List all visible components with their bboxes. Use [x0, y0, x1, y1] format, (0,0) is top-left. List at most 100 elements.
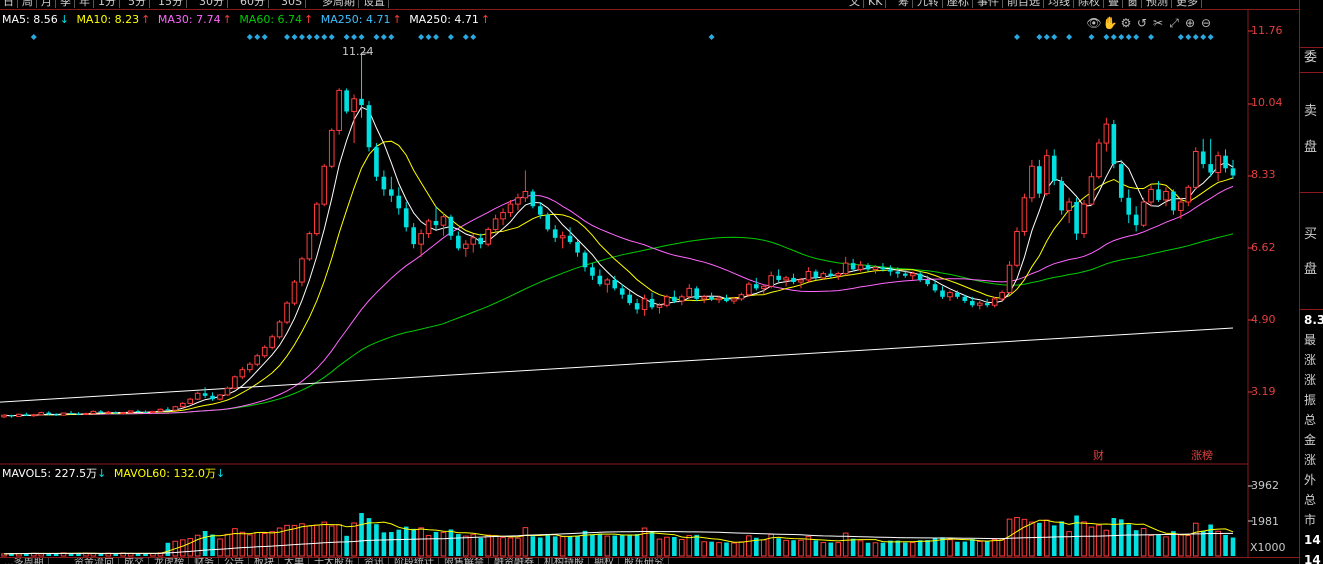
signal-diamond-icon [328, 34, 335, 40]
volume-bar-up [686, 535, 693, 557]
volume-bar-down [537, 537, 543, 556]
volume-bar-up [1185, 535, 1192, 557]
financial-report-tag[interactable]: 财 [1093, 450, 1104, 462]
quote-row-label: 总 [1304, 493, 1317, 507]
candle-body-down [1133, 214, 1139, 226]
candle-body-up [351, 98, 357, 112]
bottom-tab-3[interactable]: 龙虎榜 [150, 558, 189, 564]
quote-row-label: 涨 [1304, 453, 1317, 467]
candle-body-up [835, 273, 842, 277]
volume-bar-up [351, 522, 357, 557]
candle-body-down [880, 267, 886, 270]
candle-body-up [284, 302, 290, 323]
volume-bar-down [396, 529, 402, 556]
signal-diamond-icon [321, 34, 328, 40]
right-info-panel: 委 卖 盘 买 盘 8.3 最涨涨振总金涨外总市1414 [1299, 0, 1323, 564]
bottom-tab-0[interactable]: ...多周期 [0, 558, 49, 564]
candle-body-down [776, 275, 781, 280]
sell-queue-label-bottom: 盘 [1304, 140, 1318, 155]
candle-body-up [246, 363, 253, 371]
hand-icon[interactable]: ✋ [1102, 15, 1118, 31]
candle-body-down [1111, 124, 1117, 165]
volume-bar-up [1088, 526, 1095, 557]
candle-body-down [902, 273, 908, 276]
candle-body-up [976, 302, 983, 306]
zoom-out-icon[interactable]: ⊖ [1198, 15, 1214, 31]
bottom-tab-10[interactable]: 阶段统计 [390, 558, 439, 564]
bottom-tab-1[interactable]: 资金流向 [70, 558, 119, 564]
bottom-tab-2[interactable]: 成交 [120, 558, 149, 564]
candle-body-down [925, 279, 930, 285]
volume-bar-down [366, 518, 372, 556]
signal-diamond-icon [351, 34, 358, 40]
volume-bar-up [731, 542, 737, 557]
bottom-tab-14[interactable]: 期权 [590, 558, 619, 564]
bottom-tab-4[interactable]: 财务 [190, 558, 219, 564]
volume-bar-up [194, 534, 201, 557]
volume-bar-up [500, 537, 506, 557]
quote-row-label: 14 [1304, 533, 1321, 547]
candle-body-down [366, 105, 372, 148]
price-axis-label: 10.04 [1251, 96, 1283, 110]
candle-body-down [478, 237, 484, 245]
expand-icon[interactable]: ⤢ [1166, 15, 1182, 31]
candle-body-down [113, 412, 119, 414]
peak-price-label: 11.24 [342, 45, 374, 58]
volume-bar-down [1126, 524, 1132, 556]
bottom-tab-13[interactable]: 机构持股 [540, 558, 589, 564]
quote-row-label: 总 [1304, 413, 1317, 427]
zoom-in-icon[interactable]: ⊕ [1182, 15, 1198, 31]
quote-row-label: 金 [1304, 433, 1317, 447]
candle-body-up [120, 412, 126, 415]
settings-icon[interactable]: ⚙ [1118, 15, 1134, 31]
candle-body-up [1006, 264, 1013, 294]
bottom-tab-9[interactable]: 资讯 [360, 558, 389, 564]
candle-body-up [1, 414, 7, 418]
volume-bar-up [239, 531, 246, 557]
bottom-tab-11[interactable]: 限售解禁 [440, 558, 489, 564]
candle-body-down [1171, 191, 1176, 211]
signal-diamond-icon [388, 34, 395, 40]
side-separator [1300, 47, 1323, 48]
bottom-tab-15[interactable]: 股东研究 [620, 558, 669, 564]
candle-body-down [46, 412, 51, 415]
candle-body-down [9, 415, 14, 417]
scissors-icon[interactable]: ✂ [1150, 15, 1166, 31]
price-axis-label: 8.33 [1251, 168, 1276, 182]
candle-body-up [507, 203, 514, 214]
top-gainers-tag[interactable]: 涨榜 [1191, 450, 1213, 462]
volume-bar-down [828, 542, 834, 556]
candle-body-up [90, 410, 97, 414]
volume-bar-up [261, 532, 268, 557]
volume-bar-up [641, 527, 648, 557]
bottom-tab-7[interactable]: 大单 [280, 558, 309, 564]
candle-body-down [865, 265, 871, 270]
candle-body-down [202, 393, 208, 396]
eye-icon[interactable]: 👁 [1086, 15, 1102, 31]
candle-body-up [336, 89, 342, 131]
candle-body-down [709, 296, 714, 300]
candle-body-up [857, 264, 864, 270]
bottom-tab-8[interactable]: 十大股东 [310, 558, 359, 564]
volume-bar-down [672, 537, 677, 556]
candle-body-down [359, 98, 364, 106]
volume-bar-up [999, 539, 1005, 557]
price-axis-label: 4.90 [1251, 312, 1276, 326]
volume-bar-down [202, 530, 208, 556]
sell-queue-label-top: 卖 [1304, 104, 1318, 119]
volume-bar-down [984, 541, 990, 556]
volume-bar-down [478, 537, 484, 556]
bottom-tab-5[interactable]: 公告 [220, 558, 249, 564]
undo-icon[interactable]: ↺ [1134, 15, 1150, 31]
volume-bar-up [1163, 536, 1169, 557]
quote-row-label: 14 [1304, 553, 1321, 564]
volume-axis-top: 3962 [1251, 479, 1279, 492]
candle-body-up [462, 243, 469, 249]
bottom-tab-6[interactable]: 板块 [250, 558, 279, 564]
volume-bar-down [880, 542, 886, 556]
volume-bar-down [1223, 534, 1228, 556]
volume-bar-down [590, 534, 595, 556]
bottom-tab-12[interactable]: 融资融券 [490, 558, 539, 564]
candle-body-up [470, 237, 477, 245]
candle-body-up [1029, 165, 1035, 199]
